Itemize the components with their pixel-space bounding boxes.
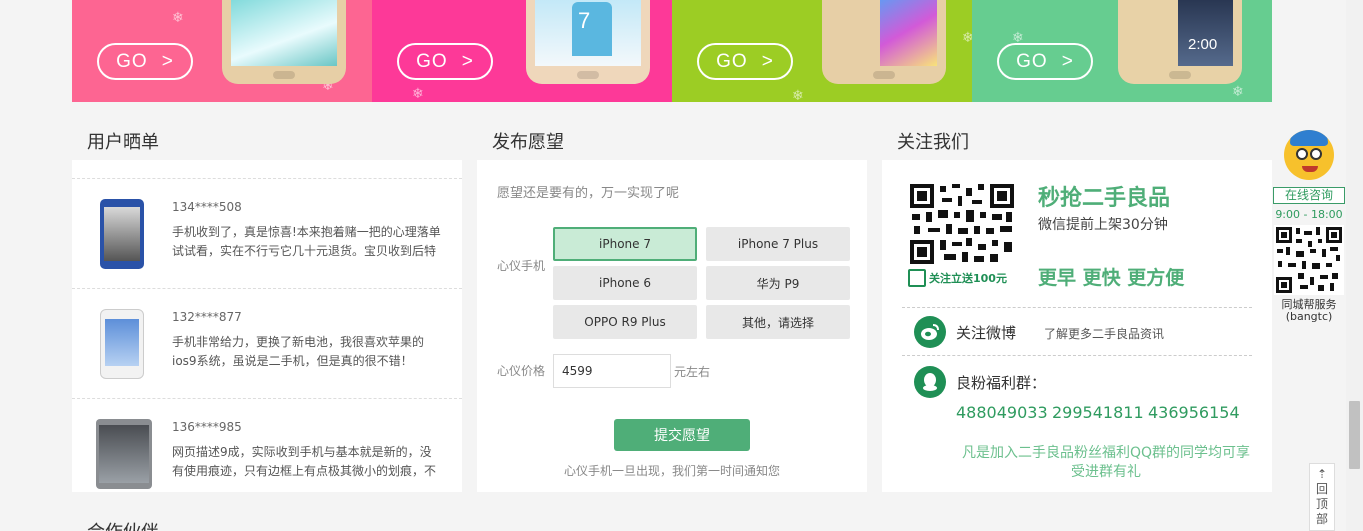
qq-icon[interactable] xyxy=(914,366,946,398)
scrollbar-thumb[interactable] xyxy=(1349,401,1360,469)
wish-note: 心仪手机一旦出现，我们第一时间通知您 xyxy=(563,464,780,478)
go-label: GO xyxy=(116,50,148,72)
weibo-icon[interactable] xyxy=(914,316,946,348)
go-label: GO xyxy=(716,50,748,72)
phone-thumbnail xyxy=(96,419,152,489)
option-iphone7[interactable]: iPhone 7 xyxy=(553,227,697,261)
service-id: (bangtc) xyxy=(1285,310,1333,323)
wish-card: 愿望还是要有的，万一实现了呢 心仪手机 iPhone 7 iPhone 7 Pl… xyxy=(477,160,867,492)
reviews-title: 用户晒单 xyxy=(87,132,159,153)
qq-group-3[interactable]: 436956154 xyxy=(1148,403,1240,422)
promo-banner: ❄ ❄ ❄ GO> ❄ ❄ GO> 7 ❄ ❄ GO> ❄ ❄ GO> xyxy=(72,0,1272,102)
go-arrow-icon: > xyxy=(1061,50,1074,72)
phone-image xyxy=(222,0,346,84)
page-scrollbar[interactable] xyxy=(1346,0,1363,531)
up-arrow-icon: ⇡ xyxy=(1316,467,1328,481)
follow-slogan: 更早 更快 更方便 xyxy=(1038,267,1185,289)
qq-group-2[interactable]: 299541811 xyxy=(1052,403,1144,422)
divider xyxy=(902,307,1252,308)
price-label: 心仪价格 xyxy=(497,364,546,378)
phone-thumbnail xyxy=(100,199,144,269)
promo-panel-3[interactable]: ❄ ❄ GO > xyxy=(672,0,972,102)
review-user: 132****877 xyxy=(172,310,242,324)
go-button[interactable]: GO > xyxy=(397,43,493,80)
go-button[interactable]: GO > xyxy=(997,43,1093,80)
review-user: 136****985 xyxy=(172,420,242,434)
review-text: 手机收到了，真是惊喜!本来抱着赌一把的心理落单试试看，实在不行亏它几十元退货。宝… xyxy=(172,225,441,258)
weibo-desc: 了解更多二手良品资讯 xyxy=(1044,327,1165,341)
promo-panel-2[interactable]: ❄ ❄ GO> 7 xyxy=(372,0,672,102)
option-iphone6[interactable]: iPhone 6 xyxy=(553,266,697,300)
qr-caption: 关注立送100元 xyxy=(908,268,1016,288)
option-huawei-p9[interactable]: 华为 P9 xyxy=(706,266,850,300)
submit-wish-button[interactable]: 提交愿望 xyxy=(614,419,750,451)
back-to-top-button[interactable]: ⇡ 回顶部 xyxy=(1309,463,1335,531)
price-input[interactable]: 4599 xyxy=(553,354,671,388)
qq-group-1[interactable]: 488049033 xyxy=(956,403,1048,422)
review-user: 134****508 xyxy=(172,200,242,214)
wish-hint: 愿望还是要有的，万一实现了呢 xyxy=(497,186,680,201)
review-text: 手机非常给力，更换了新电池，我很喜欢苹果的ios9系统，虽说是二手机，但是真的很… xyxy=(172,335,425,368)
go-button[interactable]: GO > xyxy=(697,43,793,80)
follow-headline: 秒抢二手良品 xyxy=(1038,186,1171,211)
go-label: GO xyxy=(416,50,448,72)
price-unit: 元左右 xyxy=(674,365,711,379)
qq-note: 凡是加入二手良品粉丝福利QQ群的同学均可享受进群有礼 xyxy=(961,445,1251,480)
go-arrow-icon: > xyxy=(161,50,174,72)
service-hours: 9:00 - 18:00 xyxy=(1275,208,1343,221)
go-label: GO xyxy=(1016,50,1048,72)
follow-card: 关注立送100元 秒抢二手良品 微信提前上架30分钟 更早 更快 更方便 关注微… xyxy=(882,160,1272,492)
phone-label: 心仪手机 xyxy=(497,259,546,273)
phone-thumbnail xyxy=(100,309,144,379)
wish-title: 发布愿望 xyxy=(492,132,564,153)
mascot-avatar[interactable] xyxy=(1284,130,1334,180)
qr-caption-text: 关注立送100元 xyxy=(929,272,1007,285)
follow-subline: 微信提前上架30分钟 xyxy=(1038,217,1168,233)
review-item[interactable]: 132****877 手机非常给力，更换了新电池，我很喜欢苹果的ios9系统，虽… xyxy=(72,288,462,398)
divider xyxy=(902,355,1252,356)
back-to-top-label: 回顶部 xyxy=(1315,482,1328,526)
service-qr-code xyxy=(1274,225,1344,295)
option-other[interactable]: 其他，请选择 xyxy=(706,305,850,339)
review-item[interactable]: 134****508 手机收到了，真是惊喜!本来抱着赌一把的心理落单试试看，实在… xyxy=(72,178,462,288)
go-arrow-icon: > xyxy=(761,50,774,72)
review-item[interactable]: 136****985 网页描述9成，实际收到手机与基本就是新的，没有使用痕迹，只… xyxy=(72,398,462,492)
clock-text: 2:00 xyxy=(1188,36,1218,53)
review-text: 网页描述9成，实际收到手机与基本就是新的，没有使用痕迹，只有边框上有点极其微小的… xyxy=(172,445,437,478)
phone-image xyxy=(1118,0,1242,84)
partners-title: 合作伙伴 xyxy=(87,518,159,531)
option-oppo-r9plus[interactable]: OPPO R9 Plus xyxy=(553,305,697,339)
option-iphone7plus[interactable]: iPhone 7 Plus xyxy=(706,227,850,261)
reviews-card: 134****508 手机收到了，真是惊喜!本来抱着赌一把的心理落单试试看，实在… xyxy=(72,160,462,492)
phone-image xyxy=(822,0,946,84)
follow-title: 关注我们 xyxy=(897,132,969,153)
logo-7: 7 xyxy=(578,8,591,33)
online-consult-button[interactable]: 在线咨询 xyxy=(1273,187,1345,204)
go-arrow-icon: > xyxy=(461,50,474,72)
go-button[interactable]: GO > xyxy=(97,43,193,80)
wechat-qr-code: 关注立送100元 xyxy=(908,182,1016,288)
promo-panel-1[interactable]: ❄ ❄ ❄ GO> xyxy=(72,0,372,102)
weibo-label[interactable]: 关注微博 xyxy=(956,322,1016,343)
qr-mini-icon xyxy=(908,269,926,287)
promo-panel-4[interactable]: ❄ ❄ GO > 2:00 xyxy=(972,0,1272,102)
qq-label: 良粉福利群： xyxy=(956,374,1047,392)
